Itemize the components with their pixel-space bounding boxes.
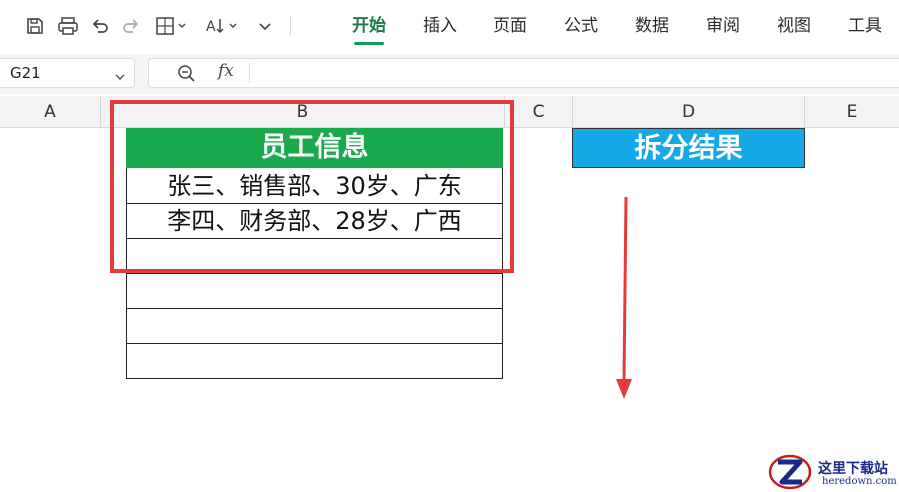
- more-chevron-icon[interactable]: [255, 14, 275, 38]
- employee-row-4[interactable]: [126, 274, 503, 309]
- tab-tools[interactable]: 工具: [848, 14, 882, 38]
- watermark-logo-icon: [768, 454, 812, 490]
- name-box[interactable]: G21: [0, 58, 135, 88]
- sort-icon[interactable]: A: [203, 14, 241, 38]
- column-header-d[interactable]: D: [573, 96, 805, 128]
- svg-text:A: A: [206, 19, 216, 35]
- red-highlight-box: [110, 100, 514, 273]
- employee-row-6[interactable]: [126, 344, 503, 379]
- toolbar-divider: [290, 16, 291, 36]
- borders-icon[interactable]: [154, 14, 190, 38]
- tab-data[interactable]: 数据: [635, 14, 669, 38]
- tab-view[interactable]: 视图: [777, 14, 811, 38]
- column-header-a[interactable]: A: [0, 96, 101, 128]
- employee-row-5[interactable]: [126, 309, 503, 344]
- chevron-down-icon[interactable]: [114, 68, 126, 87]
- active-tab-underline: [354, 42, 384, 45]
- tab-start[interactable]: 开始: [352, 14, 386, 38]
- fx-label: fx: [218, 61, 234, 81]
- undo-icon[interactable]: [89, 14, 111, 38]
- tab-insert[interactable]: 插入: [423, 14, 457, 38]
- formula-input[interactable]: fx: [148, 58, 899, 88]
- tab-formula[interactable]: 公式: [564, 14, 598, 38]
- column-header-e[interactable]: E: [805, 96, 899, 128]
- formula-divider: [249, 63, 250, 83]
- watermark-title: 这里下载站: [818, 461, 888, 477]
- site-watermark: 这里下载站 heredown.com: [766, 452, 899, 492]
- tab-page[interactable]: 页面: [493, 14, 527, 38]
- print-icon[interactable]: [56, 14, 80, 38]
- watermark-url: heredown.com: [822, 476, 897, 487]
- ribbon-toolbar: A 开始 插入 页面 公式 数据 审阅 视图 工具: [0, 0, 899, 54]
- split-result-header-cell[interactable]: 拆分结果: [572, 128, 805, 168]
- tab-review[interactable]: 审阅: [706, 14, 740, 38]
- down-arrow-icon: [616, 196, 632, 399]
- cell-reference: G21: [10, 64, 41, 82]
- zoom-search-icon[interactable]: [177, 64, 197, 88]
- redo-icon[interactable]: [120, 14, 142, 38]
- column-header-c[interactable]: C: [505, 96, 573, 128]
- save-icon[interactable]: [24, 14, 46, 38]
